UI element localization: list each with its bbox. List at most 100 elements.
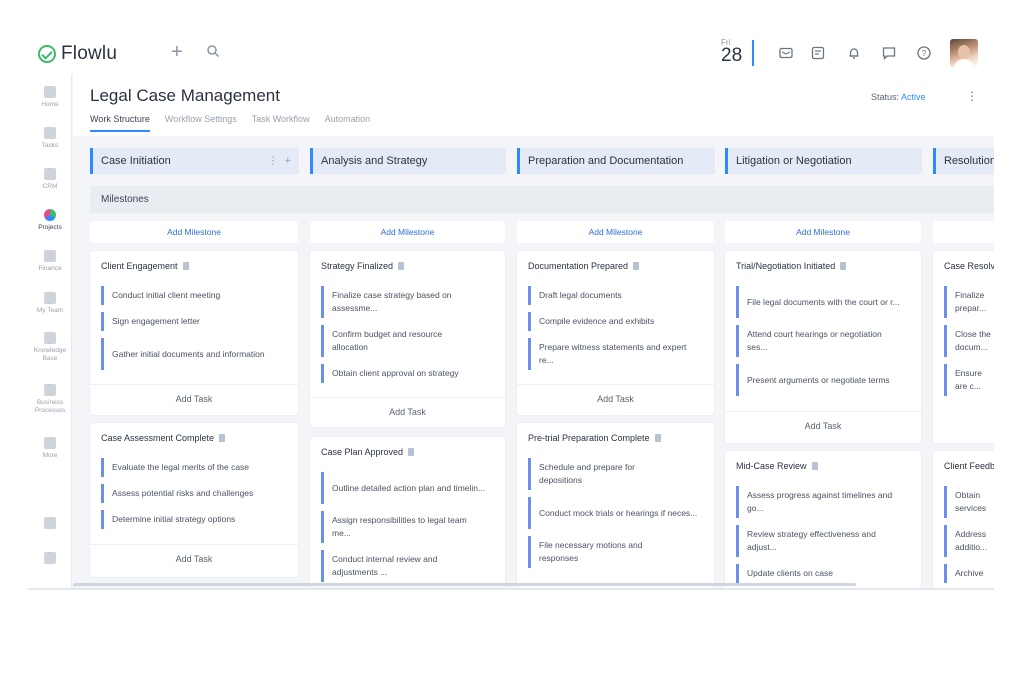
task-item[interactable]: Assign responsibilities to legal team me… [321, 511, 481, 543]
mail-icon[interactable] [778, 45, 794, 61]
task-item[interactable]: Outline detailed action plan and timelin… [321, 472, 486, 504]
column-header[interactable]: Case Initiation ⋮ + [90, 148, 299, 174]
sidebar-item-projects[interactable]: Projects [28, 209, 72, 232]
sidebar-extra-1[interactable] [28, 517, 72, 532]
task-item[interactable]: Conduct initial client meeting [101, 286, 291, 305]
more-options-icon[interactable]: ⋮ [966, 89, 978, 103]
tab-workflow-settings[interactable]: Workflow Settings [165, 114, 237, 132]
column-title: Preparation and Documentation [528, 155, 684, 167]
milestone-card[interactable]: Case Assessment Complete Evaluate the le… [90, 423, 298, 577]
create-plus-icon[interactable]: + [171, 42, 183, 62]
task-item[interactable]: Attend court hearings or negotiation ses… [736, 325, 886, 357]
column-header[interactable]: Analysis and Strategy [310, 148, 506, 174]
task-item[interactable]: Confirm budget and resource allocation [321, 325, 471, 357]
sidebar-item-label: Projects [38, 224, 62, 231]
calendar-date[interactable]: Fri 28 [721, 38, 742, 65]
task-item[interactable]: Update clients on case [736, 564, 914, 583]
app-name: Flowlu [61, 43, 118, 64]
tab-automation[interactable]: Automation [325, 114, 371, 132]
sidebar-item-crm[interactable]: CRM [28, 168, 72, 191]
horizontal-scrollbar[interactable] [73, 583, 856, 586]
more-icon [44, 437, 56, 449]
milestone-card[interactable]: Case Plan Approved Outline detailed acti… [310, 437, 505, 587]
task-item[interactable]: Prepare witness statements and expert re… [528, 338, 698, 370]
sidebar-item-business-processes[interactable]: Business Processes [28, 384, 72, 415]
add-task-button[interactable]: Add Task [725, 411, 921, 439]
milestone-card[interactable]: Trial/Negotiation Initiated File legal d… [725, 251, 921, 443]
milestone-card[interactable]: Documentation Prepared Draft legal docum… [517, 251, 714, 415]
task-item[interactable]: Obtain services [944, 486, 994, 518]
tab-task-workflow[interactable]: Task Workflow [252, 114, 310, 132]
sidebar-item-home[interactable]: Home [28, 86, 72, 109]
add-milestone-button[interactable]: Add Milestone [310, 221, 505, 243]
task-item[interactable]: Determine initial strategy options [101, 510, 291, 529]
sidebar-item-my-team[interactable]: My Team [28, 292, 72, 315]
settings-icon [44, 517, 56, 529]
work-structure-board: Case Initiation ⋮ + Analysis and Strateg… [73, 136, 994, 588]
sidebar-item-knowledge-base[interactable]: Knowledge Base [28, 332, 72, 363]
milestone-card[interactable]: Client Feedback Obtain services Address … [933, 451, 994, 588]
sidebar-extra-2[interactable] [28, 552, 72, 567]
task-item[interactable]: Finalize case strategy based on assessme… [321, 286, 491, 318]
bell-icon[interactable] [846, 45, 862, 61]
task-item[interactable]: Schedule and prepare for depositions [528, 458, 678, 490]
tab-bar: Work Structure Workflow Settings Task Wo… [90, 114, 370, 132]
task-item[interactable]: Finalize prepar... [944, 286, 994, 318]
sidebar-item-tasks[interactable]: Tasks [28, 127, 72, 150]
sidebar-item-label: My Team [36, 307, 64, 314]
task-item[interactable]: Sign engagement letter [101, 312, 291, 331]
milestone-card[interactable]: Mid-Case Review Assess progress against … [725, 451, 921, 588]
project-status[interactable]: Status: Active [871, 92, 926, 102]
milestone-card[interactable]: Case Resolved Finalize prepar... Close t… [933, 251, 994, 443]
task-item[interactable]: Archive [944, 564, 994, 583]
milestone-card[interactable]: Pre-trial Preparation Complete Schedule … [517, 423, 714, 588]
chat-icon[interactable] [881, 45, 897, 61]
task-item[interactable]: Draft legal documents [528, 286, 706, 305]
task-item[interactable]: Assess progress against timelines and go… [736, 486, 906, 518]
milestone-card[interactable]: Client Engagement Conduct initial client… [90, 251, 298, 415]
task-item[interactable]: Conduct internal review and adjustments … [321, 550, 471, 582]
task-item[interactable]: Evaluate the legal merits of the case [101, 458, 291, 477]
user-avatar[interactable] [950, 39, 978, 67]
sidebar-item-more[interactable]: More [28, 437, 72, 460]
task-item[interactable]: Ensure are c... [944, 364, 994, 396]
task-item[interactable]: Obtain client approval on strategy [321, 364, 499, 383]
search-icon[interactable] [206, 44, 220, 58]
task-item[interactable]: Assess potential risks and challenges [101, 484, 291, 503]
document-icon [182, 262, 189, 270]
add-milestone-button[interactable]: Add Milestone [725, 221, 921, 243]
sidebar-item-label: Knowledge Base [33, 347, 67, 362]
logo[interactable]: Flowlu [38, 43, 117, 65]
task-item[interactable]: Conduct mock trials or hearings if neces… [528, 497, 706, 529]
add-task-button[interactable]: Add Task [90, 384, 298, 412]
sidebar-item-label: Finance [38, 265, 62, 272]
sidebar-item-finance[interactable]: Finance [28, 250, 72, 273]
add-milestone-button[interactable]: Add Milestone [517, 221, 714, 243]
column-actions[interactable]: ⋮ + [267, 148, 291, 174]
task-item[interactable]: Review strategy effectiveness and adjust… [736, 525, 906, 557]
milestone-card[interactable]: Strategy Finalized Finalize case strateg… [310, 251, 505, 427]
task-item[interactable]: Compile evidence and exhibits [528, 312, 706, 331]
add-task-button[interactable]: Add Task [310, 397, 505, 425]
add-task-button[interactable]: Add Task [90, 544, 298, 572]
help-icon[interactable]: ? [916, 45, 932, 61]
task-item[interactable]: Gather initial documents and information [101, 338, 271, 370]
milestone-title: Trial/Negotiation Initiated [736, 261, 847, 271]
tab-work-structure[interactable]: Work Structure [90, 114, 150, 132]
document-icon [840, 262, 847, 270]
task-item[interactable]: Present arguments or negotiate terms [736, 364, 904, 396]
column-header[interactable]: Litigation or Negotiation [725, 148, 922, 174]
task-item[interactable]: Close the docum... [944, 325, 994, 357]
task-item[interactable]: File legal documents with the court or r… [736, 286, 916, 318]
add-milestone-button[interactable] [933, 221, 994, 243]
notes-icon[interactable] [810, 45, 826, 61]
task-item[interactable]: Address additio... [944, 525, 994, 557]
team-icon [44, 292, 56, 304]
sidebar-item-label: Business Processes [34, 399, 66, 414]
column-header[interactable]: Resolution [933, 148, 994, 174]
add-task-button[interactable]: Add Task [517, 384, 714, 412]
document-icon [398, 262, 405, 270]
task-item[interactable]: File necessary motions and responses [528, 536, 678, 568]
column-header[interactable]: Preparation and Documentation [517, 148, 715, 174]
add-milestone-button[interactable]: Add Milestone [90, 221, 298, 243]
